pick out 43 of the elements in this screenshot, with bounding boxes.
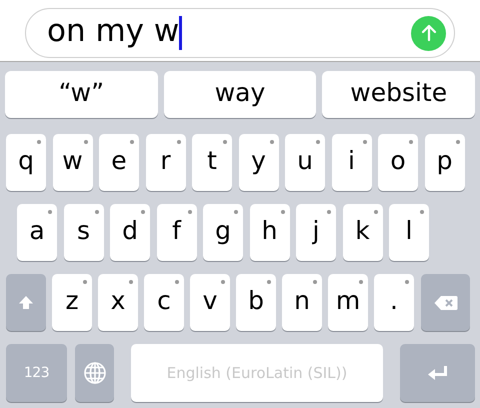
letter-key[interactable]: o bbox=[378, 134, 418, 191]
backspace-icon bbox=[434, 294, 458, 310]
letter-key[interactable]: p bbox=[424, 134, 464, 191]
letter-key[interactable]: m bbox=[328, 274, 368, 331]
backspace-key[interactable] bbox=[421, 274, 470, 331]
shift-arrow-icon bbox=[18, 294, 34, 310]
letter-key[interactable]: f bbox=[156, 204, 196, 261]
letter-key[interactable]: a bbox=[17, 204, 57, 261]
letter-key[interactable]: y bbox=[238, 134, 278, 191]
letter-key[interactable]: z bbox=[52, 274, 92, 331]
letter-key[interactable]: i bbox=[332, 134, 372, 191]
letter-key[interactable]: t bbox=[192, 134, 232, 191]
letter-key[interactable]: r bbox=[146, 134, 186, 191]
letter-key[interactable]: s bbox=[64, 204, 104, 261]
text-cursor bbox=[179, 16, 182, 50]
letter-key[interactable]: v bbox=[190, 274, 230, 331]
globe-icon bbox=[82, 361, 106, 385]
send-button[interactable] bbox=[411, 16, 446, 50]
return-arrow-icon bbox=[426, 364, 448, 382]
letter-key[interactable]: h bbox=[250, 204, 290, 261]
up-arrow-icon bbox=[420, 24, 436, 42]
return-key[interactable] bbox=[400, 344, 475, 402]
letter-key[interactable]: q bbox=[6, 134, 46, 191]
suggestion-chip[interactable]: website bbox=[322, 71, 476, 118]
message-field[interactable]: on my w bbox=[25, 8, 455, 58]
letter-key[interactable]: b bbox=[236, 274, 276, 331]
letter-key[interactable]: c bbox=[144, 274, 184, 331]
letter-key[interactable]: g bbox=[203, 204, 243, 261]
globe-key[interactable] bbox=[75, 344, 114, 402]
shift-key[interactable] bbox=[6, 274, 46, 331]
letter-key[interactable]: e bbox=[99, 134, 139, 191]
letter-key[interactable]: k bbox=[342, 204, 382, 261]
letter-key[interactable]: x bbox=[98, 274, 138, 331]
suggestion-chip[interactable]: “w” bbox=[5, 71, 158, 118]
letter-key[interactable]: u bbox=[285, 134, 325, 191]
suggestion-chip[interactable]: way bbox=[164, 71, 316, 118]
message-text: on my w bbox=[47, 16, 180, 50]
letter-key[interactable]: w bbox=[52, 134, 92, 191]
letter-key[interactable]: j bbox=[296, 204, 336, 261]
letter-key[interactable]: n bbox=[282, 274, 322, 331]
letter-key[interactable]: l bbox=[389, 204, 429, 261]
letter-key[interactable]: . bbox=[374, 274, 414, 331]
letter-key[interactable]: d bbox=[110, 204, 150, 261]
